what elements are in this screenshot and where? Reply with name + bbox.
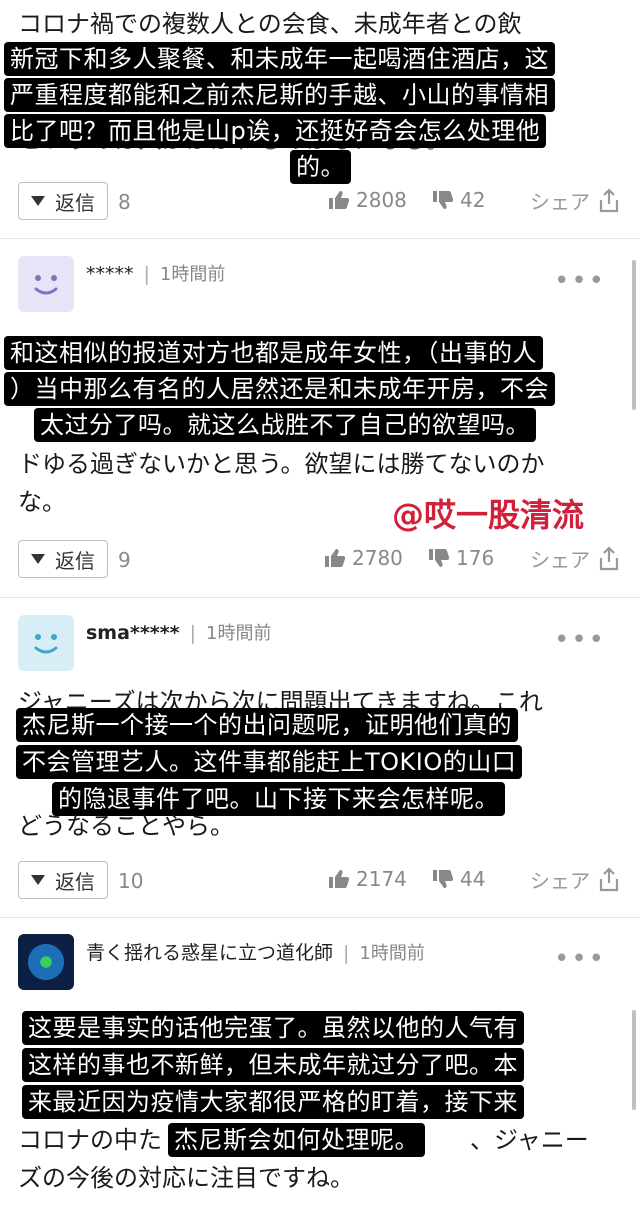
share-label: シェア [530, 548, 590, 572]
share-icon [599, 545, 619, 570]
thumbs-up-icon [325, 549, 346, 567]
reply-button[interactable]: 返信 [18, 861, 108, 899]
watermark: @哎一股清流 [392, 496, 585, 534]
comment-2-actions: 返信 9 2780 176 シェア [0, 540, 640, 580]
comment-4-translation-line-2: 这样的事也不新鲜，但未成年就过分了吧。本 [22, 1048, 524, 1082]
dislike-count: 176 [456, 546, 495, 570]
comment-3-translation-line-2: 不会管理艺人。这件事都能赶上TOKIO的山口 [16, 745, 523, 779]
comment-1-jp-line-1: コロナ禍での複数人との会食、未成年者との飲 [18, 10, 522, 38]
comment-1-translation-line-1: 新冠下和多人聚餐、和未成年一起喝酒住酒店，这 [4, 42, 555, 76]
timestamp: 1時間前 [359, 943, 425, 964]
avatar[interactable] [18, 615, 74, 671]
reply-label: 返信 [55, 869, 95, 894]
reply-count: 9 [118, 548, 131, 572]
username[interactable]: sma***** [86, 622, 180, 644]
divider [0, 597, 640, 598]
dislike-button[interactable]: 176 [428, 546, 494, 570]
username[interactable]: ***** [86, 263, 134, 285]
thumbs-up-icon [329, 191, 350, 209]
reply-button[interactable]: 返信 [18, 182, 108, 220]
more-options-icon[interactable]: ••• [554, 944, 606, 974]
comment-1-translation-line-4: 的。 [290, 150, 351, 184]
smiley-icon [34, 275, 58, 295]
comment-3-actions: 返信 10 2174 44 シェア [0, 861, 640, 901]
share-icon [599, 187, 619, 212]
like-count: 2808 [356, 188, 407, 212]
thumbs-down-icon [433, 191, 454, 209]
comment-2-translation-line-3: 太过分了吗。就这么战胜不了自己的欲望吗。 [34, 408, 536, 442]
reply-label: 返信 [55, 190, 95, 215]
reply-count: 10 [118, 869, 144, 893]
like-button[interactable]: 2174 [328, 867, 407, 891]
separator: | [143, 263, 150, 285]
comment-3-translation-line-1: 杰尼斯一个接一个的出问题呢，证明他们真的 [16, 708, 518, 742]
comment-1-translation-line-3: 比了吧？而且他是山p诶，还挺好奇会怎么处理他 [4, 114, 547, 148]
dislike-count: 42 [460, 188, 486, 212]
share-button[interactable]: シェア [530, 186, 620, 215]
avatar[interactable] [18, 934, 74, 990]
share-label: シェア [530, 190, 590, 214]
comment-4-header: 青く揺れる惑星に立つ道化師 | 1時間前 ••• [0, 934, 640, 994]
reply-label: 返信 [55, 548, 95, 573]
comment-3-header: sma***** | 1時間前 ••• [0, 615, 640, 675]
reply-count: 8 [118, 190, 131, 214]
dislike-button[interactable]: 44 [432, 867, 485, 891]
comment-4-jp-line-1a: コロナの中た [18, 1126, 162, 1154]
comment-2-jp-line-2: な。 [18, 488, 66, 516]
like-button[interactable]: 2808 [328, 188, 407, 212]
thumbs-down-icon [433, 870, 454, 888]
scrollbar-track-lower[interactable] [632, 1010, 636, 1110]
like-count: 2174 [356, 867, 407, 891]
share-button[interactable]: シェア [530, 865, 620, 894]
like-button[interactable]: 2780 [324, 546, 403, 570]
avatar[interactable] [18, 256, 74, 312]
share-icon [599, 866, 619, 891]
comment-2-translation-line-1: 和这相似的报道对方也都是成年女性，（出事的人 [4, 336, 543, 370]
thumbs-down-icon [429, 549, 450, 567]
comment-1-translation-line-2: 严重程度都能和之前杰尼斯的手越、小山的事情相 [4, 78, 555, 112]
separator: | [189, 622, 197, 644]
comment-4-translation-line-3: 来最近因为疫情大家都很严格的盯着，接下来 [22, 1085, 524, 1119]
divider [0, 917, 640, 918]
username[interactable]: 青く揺れる惑星に立つ道化師 [86, 942, 333, 964]
divider [0, 238, 640, 239]
timestamp: 1時間前 [159, 264, 226, 285]
comment-2-header: ***** | 1時間前 ••• [0, 256, 640, 316]
caret-down-icon [31, 875, 45, 885]
reply-button[interactable]: 返信 [18, 540, 108, 578]
comment-3-username-row: sma***** | 1時間前 [86, 619, 271, 645]
thumbs-up-icon [329, 870, 350, 888]
caret-down-icon [31, 554, 45, 564]
comment-2-username-row: ***** | 1時間前 [86, 260, 225, 286]
comment-3-jp-line-2: どうなることやら。 [18, 812, 234, 840]
comment-4-username-row: 青く揺れる惑星に立つ道化師 | 1時間前 [86, 938, 425, 965]
dislike-button[interactable]: 42 [432, 188, 485, 212]
comment-2-jp-line-1: ドゆる過ぎないかと思う。欲望には勝てないのか [18, 450, 545, 478]
comment-2-translation-line-2: ）当中那么有名的人居然还是和未成年开房，不会 [4, 372, 555, 406]
comment-4-translation-line-1: 这要是事实的话他完蛋了。虽然以他的人气有 [22, 1011, 524, 1045]
comment-4-jp-line-1b: 、ジャニー [470, 1126, 589, 1154]
comment-4-translation-line-4: 杰尼斯会如何处理呢。 [168, 1123, 425, 1157]
smiley-icon [34, 634, 58, 654]
dislike-count: 44 [460, 867, 486, 891]
more-options-icon[interactable]: ••• [554, 266, 606, 296]
share-label: シェア [530, 869, 590, 893]
caret-down-icon [31, 196, 45, 206]
like-count: 2780 [352, 546, 403, 570]
scrollbar-track-upper[interactable] [632, 260, 636, 410]
comment-4-jp-line-2: ズの今後の対応に注目ですね。 [18, 1164, 354, 1192]
comment-1-actions: 返信 8 2808 42 シェア [0, 182, 640, 222]
separator: | [343, 942, 350, 964]
timestamp: 1時間前 [206, 623, 272, 644]
share-button[interactable]: シェア [530, 544, 620, 573]
more-options-icon[interactable]: ••• [554, 625, 606, 655]
